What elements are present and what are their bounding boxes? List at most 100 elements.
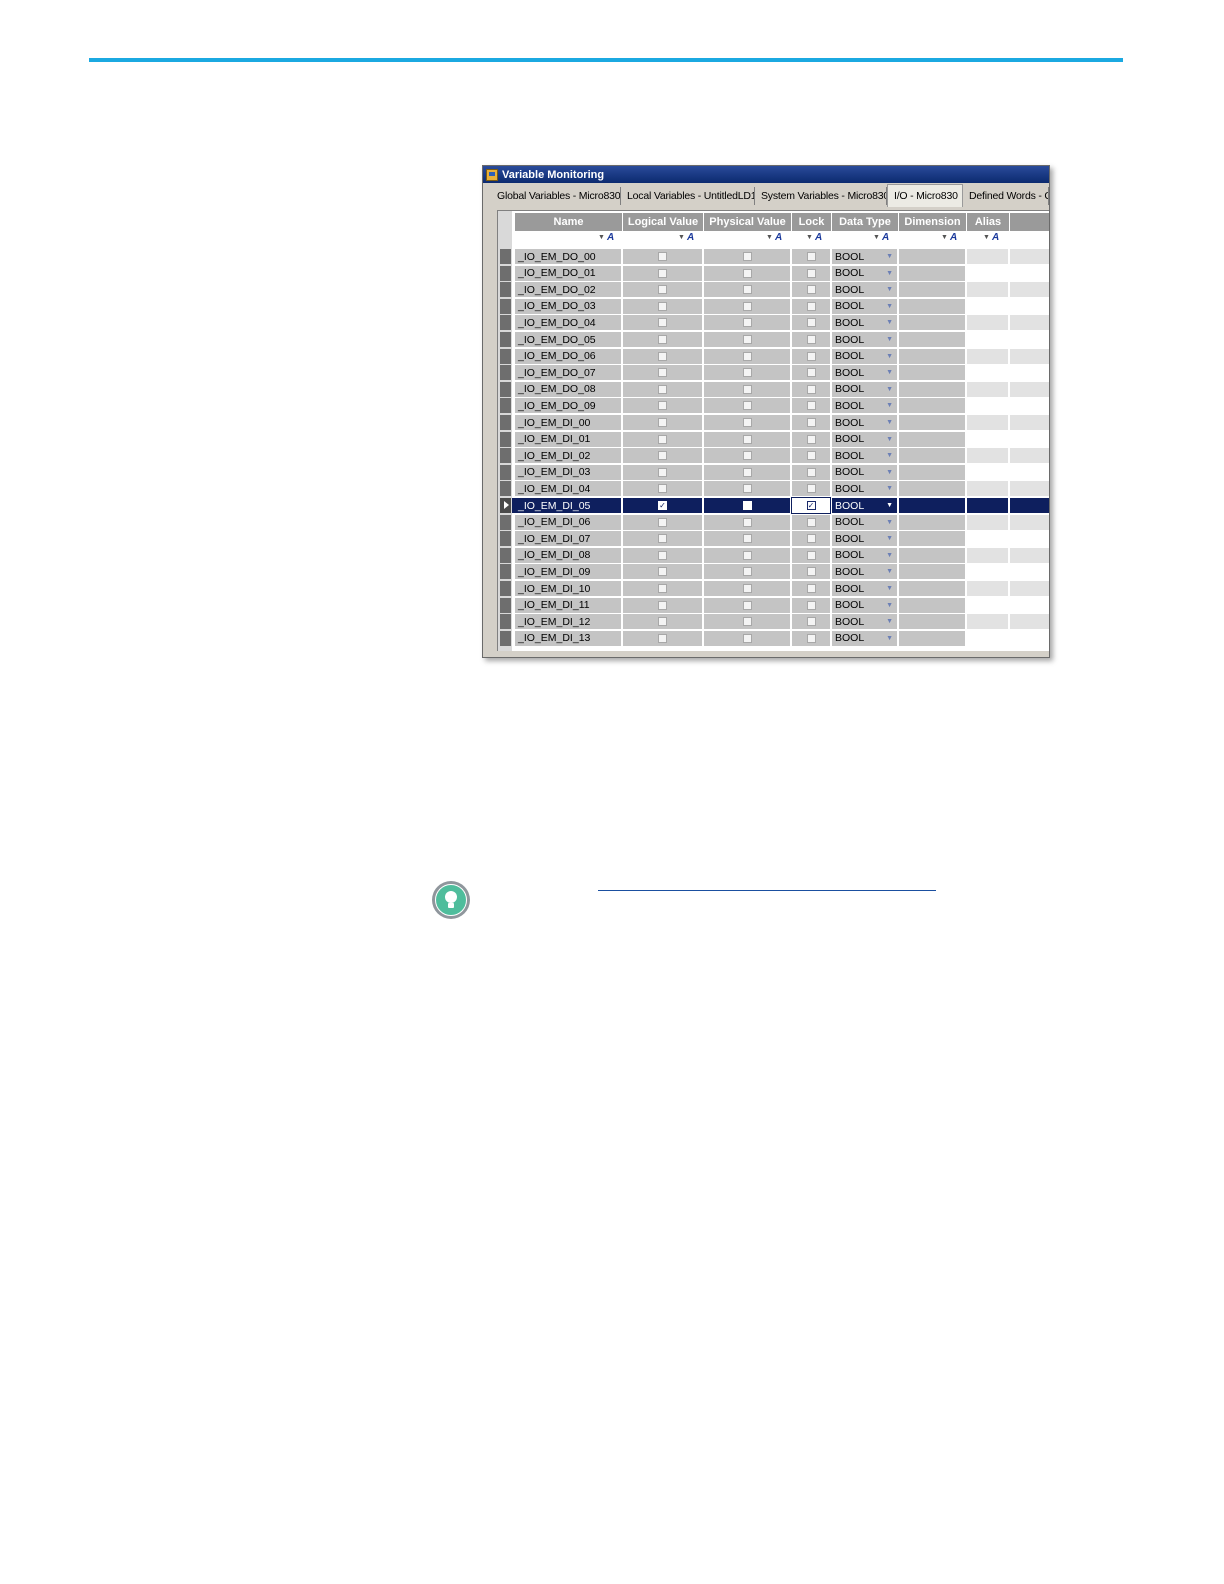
table-row[interactable]: _IO_EM_DI_11 BOOL ▼ <box>498 597 1049 614</box>
variable-name[interactable]: _IO_EM_DI_04 <box>515 481 621 497</box>
lock-checkbox[interactable] <box>806 484 816 494</box>
lock-cell[interactable] <box>792 249 830 264</box>
lock-checkbox[interactable] <box>806 517 816 527</box>
dimension-cell[interactable] <box>899 448 965 464</box>
physical-value-checkbox[interactable] <box>742 501 752 510</box>
chevron-down-icon[interactable]: ▼ <box>886 253 893 260</box>
table-row[interactable]: _IO_EM_DI_03 BOOL ▼ <box>498 464 1049 481</box>
data-type-cell[interactable]: BOOL ▼ <box>832 315 897 331</box>
physical-value-cell[interactable] <box>704 498 790 513</box>
lock-cell[interactable] <box>792 332 830 347</box>
logical-value-cell[interactable] <box>623 265 702 281</box>
logical-value-cell[interactable] <box>623 448 702 464</box>
variable-name[interactable]: _IO_EM_DI_09 <box>515 564 621 580</box>
alias-cell[interactable] <box>967 398 1008 414</box>
lock-checkbox[interactable] <box>806 467 816 477</box>
lock-cell[interactable] <box>792 448 830 464</box>
dimension-cell[interactable] <box>899 630 965 646</box>
alias-cell[interactable] <box>967 315 1008 331</box>
lock-cell[interactable] <box>792 315 830 331</box>
alias-cell[interactable] <box>967 630 1008 646</box>
table-row[interactable]: _IO_EM_DO_06 BOOL ▼ <box>498 348 1049 365</box>
table-row[interactable]: _IO_EM_DO_01 BOOL ▼ <box>498 265 1049 282</box>
physical-value-checkbox[interactable] <box>742 318 752 328</box>
lock-cell[interactable]: ✓ <box>791 497 831 514</box>
lock-cell[interactable] <box>792 398 830 414</box>
chevron-down-icon[interactable]: ▼ <box>886 635 893 642</box>
physical-value-checkbox[interactable] <box>742 534 752 544</box>
logical-value-cell[interactable] <box>623 415 702 430</box>
alias-cell[interactable] <box>967 498 1008 513</box>
row-selector[interactable] <box>500 564 511 580</box>
physical-value-checkbox[interactable] <box>742 451 752 461</box>
logical-value-checkbox[interactable] <box>658 335 667 344</box>
row-selector[interactable] <box>500 298 511 314</box>
lock-checkbox[interactable] <box>806 268 816 278</box>
row-selector[interactable] <box>500 448 511 464</box>
physical-value-checkbox[interactable] <box>742 600 752 610</box>
chevron-down-icon[interactable]: ▼ <box>886 270 893 277</box>
lock-checkbox[interactable] <box>806 301 816 311</box>
chevron-down-icon[interactable]: ▼ <box>886 552 893 559</box>
table-row[interactable]: _IO_EM_DO_00 BOOL ▼ <box>498 249 1049 265</box>
logical-value-checkbox[interactable] <box>658 285 667 295</box>
variable-name[interactable]: _IO_EM_DI_00 <box>515 415 621 430</box>
physical-value-cell[interactable] <box>704 348 790 364</box>
lock-checkbox[interactable] <box>806 600 816 610</box>
row-selector[interactable] <box>500 581 511 596</box>
physical-value-checkbox[interactable] <box>742 351 752 361</box>
chevron-down-icon[interactable]: ▼ <box>886 319 893 326</box>
data-type-cell[interactable]: BOOL ▼ <box>832 547 897 563</box>
physical-value-checkbox[interactable] <box>742 252 752 261</box>
column-header-physical-value[interactable]: Physical Value <box>704 213 792 231</box>
physical-value-checkbox[interactable] <box>742 633 752 643</box>
variable-name[interactable]: _IO_EM_DO_00 <box>515 249 621 264</box>
row-selector[interactable] <box>500 498 511 513</box>
alias-cell[interactable] <box>967 381 1008 397</box>
logical-value-checkbox[interactable] <box>658 600 667 610</box>
lock-cell[interactable] <box>792 564 830 580</box>
lock-cell[interactable] <box>792 547 830 563</box>
chevron-down-icon[interactable]: ▼ <box>886 336 893 343</box>
logical-value-checkbox[interactable] <box>658 633 667 643</box>
dimension-cell[interactable] <box>899 597 965 613</box>
physical-value-cell[interactable] <box>704 365 790 381</box>
row-selector[interactable] <box>500 265 511 281</box>
column-header-logical-value[interactable]: Logical Value <box>623 213 704 231</box>
logical-value-checkbox[interactable] <box>658 418 667 427</box>
chevron-down-icon[interactable]: ▼ <box>886 402 893 409</box>
chevron-down-icon[interactable]: ▼ <box>886 353 893 360</box>
alias-cell[interactable] <box>967 298 1008 314</box>
physical-value-cell[interactable] <box>704 265 790 281</box>
alias-cell[interactable] <box>967 348 1008 364</box>
column-header-lock[interactable]: Lock <box>792 213 832 231</box>
dimension-cell[interactable] <box>899 282 965 298</box>
physical-value-cell[interactable] <box>704 398 790 414</box>
data-type-cell[interactable]: BOOL ▼ <box>832 614 897 630</box>
physical-value-checkbox[interactable] <box>742 268 752 278</box>
alias-cell[interactable] <box>967 581 1008 596</box>
row-selector[interactable] <box>500 249 511 264</box>
lock-cell[interactable] <box>792 614 830 630</box>
chevron-down-icon[interactable]: ▼ <box>886 502 893 509</box>
variable-name[interactable]: _IO_EM_DO_04 <box>515 315 621 331</box>
dimension-cell[interactable] <box>899 431 965 447</box>
variable-name[interactable]: _IO_EM_DO_09 <box>515 398 621 414</box>
logical-value-cell[interactable] <box>623 332 702 347</box>
lock-checkbox[interactable] <box>806 335 816 344</box>
variable-name[interactable]: _IO_EM_DO_06 <box>515 348 621 364</box>
variable-name[interactable]: _IO_EM_DI_11 <box>515 597 621 613</box>
logical-value-cell[interactable] <box>623 481 702 497</box>
logical-value-cell[interactable] <box>623 597 702 613</box>
sort-filter-icon[interactable]: A <box>775 232 782 243</box>
physical-value-checkbox[interactable] <box>742 301 752 311</box>
table-row[interactable]: _IO_EM_DI_04 BOOL ▼ <box>498 481 1049 497</box>
lock-checkbox[interactable] <box>806 617 816 627</box>
physical-value-checkbox[interactable] <box>742 617 752 627</box>
data-type-cell[interactable]: BOOL ▼ <box>832 381 897 397</box>
logical-value-checkbox[interactable] <box>658 301 667 311</box>
table-row[interactable]: _IO_EM_DI_08 BOOL ▼ <box>498 547 1049 564</box>
lock-checkbox[interactable] <box>806 318 816 328</box>
lock-checkbox[interactable] <box>806 351 816 361</box>
table-row[interactable]: _IO_EM_DI_01 BOOL ▼ <box>498 431 1049 448</box>
